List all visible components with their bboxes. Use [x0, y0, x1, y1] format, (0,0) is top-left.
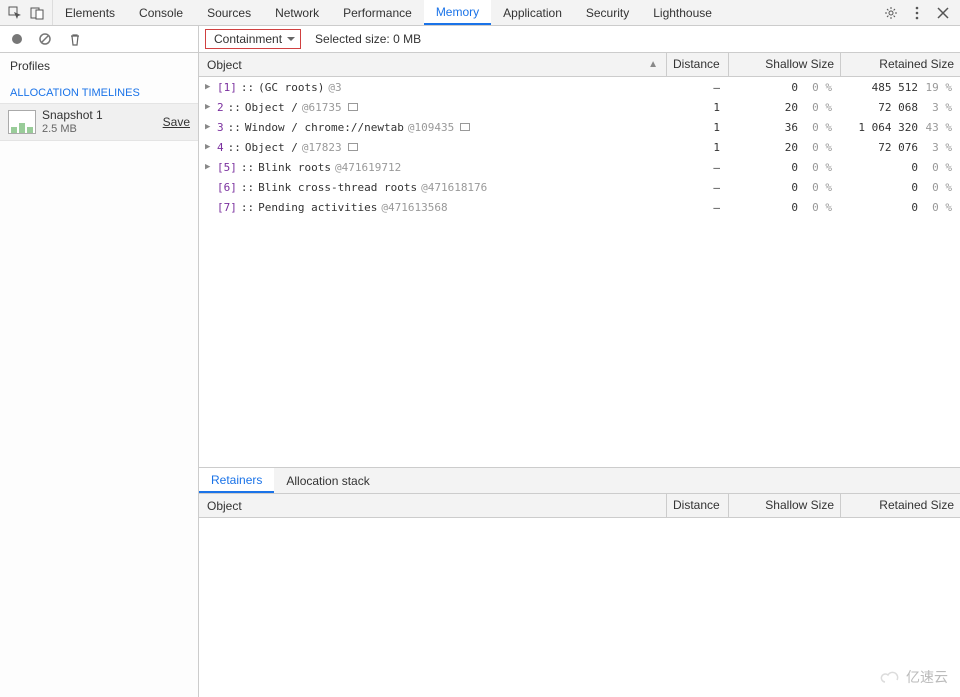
- retainers-tab-retainers[interactable]: Retainers: [199, 468, 274, 493]
- row-address: @3: [328, 81, 341, 94]
- tab-application[interactable]: Application: [491, 0, 574, 25]
- perspective-dropdown-label: Containment: [214, 32, 282, 46]
- tab-performance[interactable]: Performance: [331, 0, 424, 25]
- objects-table-body: ▶[1] :: (GC roots) @3–00 %485 51219 %▶2 …: [199, 77, 960, 467]
- r-col-shallow[interactable]: Shallow Size: [728, 494, 840, 517]
- col-object[interactable]: Object ▲: [199, 53, 666, 76]
- table-row[interactable]: ▶[5] :: Blink roots @471619712–00 %00 %: [199, 157, 960, 177]
- inspect-element-icon[interactable]: [8, 6, 22, 20]
- snapshot-thumbnail-icon: [8, 110, 36, 134]
- selected-size-label: Selected size: 0 MB: [309, 32, 421, 46]
- row-index: [7]: [217, 201, 237, 214]
- col-shallow-size[interactable]: Shallow Size: [728, 53, 840, 76]
- memory-toolbar: Containment Selected size: 0 MB: [0, 26, 960, 53]
- delete-trash-icon[interactable]: [68, 32, 82, 46]
- row-label: Object /: [245, 101, 298, 114]
- r-col-distance[interactable]: Distance: [666, 494, 728, 517]
- disclosure-triangle-icon[interactable]: ▶: [205, 82, 213, 92]
- table-row[interactable]: ▶4 :: Object / @178231200 %72 0763 %: [199, 137, 960, 157]
- close-devtools-icon[interactable]: [936, 6, 950, 20]
- snapshot-main: Object ▲ Distance Shallow Size Retained …: [199, 53, 960, 697]
- device-toggle-icon[interactable]: [30, 6, 44, 20]
- disclosure-triangle-icon[interactable]: ▶: [205, 162, 213, 172]
- r-col-retained[interactable]: Retained Size: [840, 494, 960, 517]
- r-col-object[interactable]: Object: [199, 494, 666, 517]
- row-label: Blink cross-thread roots: [258, 181, 417, 194]
- row-label: Pending activities: [258, 201, 377, 214]
- perspective-dropdown[interactable]: Containment: [205, 29, 301, 49]
- kebab-menu-icon[interactable]: [910, 6, 924, 20]
- allocation-timelines-heading: ALLOCATION TIMELINES: [0, 79, 198, 103]
- row-address: @17823: [302, 141, 342, 154]
- row-label: Blink roots: [258, 161, 331, 174]
- tab-network[interactable]: Network: [263, 0, 331, 25]
- disclosure-triangle-icon[interactable]: ▶: [205, 122, 213, 132]
- table-row[interactable]: ▶2 :: Object / @617351200 %72 0683 %: [199, 97, 960, 117]
- tab-security[interactable]: Security: [574, 0, 641, 25]
- objects-table-header: Object ▲ Distance Shallow Size Retained …: [199, 53, 960, 77]
- table-row[interactable]: ▶3 :: Window / chrome://newtab @10943513…: [199, 117, 960, 137]
- retainers-table-body: [199, 518, 960, 697]
- devtools-tabstrip: ElementsConsoleSourcesNetworkPerformance…: [0, 0, 960, 26]
- window-ref-icon: [348, 103, 358, 111]
- snapshot-item[interactable]: Snapshot 1 2.5 MB Save: [0, 103, 198, 141]
- disclosure-triangle-icon[interactable]: ▶: [205, 142, 213, 152]
- inspect-controls: [0, 0, 53, 25]
- profiles-sidebar: Profiles ALLOCATION TIMELINES Snapshot 1…: [0, 53, 199, 697]
- table-row[interactable]: [6] :: Blink cross-thread roots @4716181…: [199, 177, 960, 197]
- window-ref-icon: [460, 123, 470, 131]
- window-ref-icon: [348, 143, 358, 151]
- snapshot-save-link[interactable]: Save: [163, 115, 190, 129]
- row-index: [5]: [217, 161, 237, 174]
- retainers-pane: RetainersAllocation stack Object Distanc…: [199, 467, 960, 697]
- row-label: Object /: [245, 141, 298, 154]
- col-retained-size[interactable]: Retained Size: [840, 53, 960, 76]
- tab-console[interactable]: Console: [127, 0, 195, 25]
- retainers-tab-allocation-stack[interactable]: Allocation stack: [274, 468, 381, 493]
- snapshot-name: Snapshot 1: [42, 108, 103, 122]
- row-index: [1]: [217, 81, 237, 94]
- settings-gear-icon[interactable]: [884, 6, 898, 20]
- tab-memory[interactable]: Memory: [424, 0, 491, 25]
- table-row[interactable]: [7] :: Pending activities @471613568–00 …: [199, 197, 960, 217]
- row-address: @471618176: [421, 181, 487, 194]
- clear-icon[interactable]: [38, 32, 52, 46]
- row-index: 3: [217, 121, 224, 134]
- disclosure-triangle-icon[interactable]: ▶: [205, 102, 213, 112]
- row-address: @471619712: [335, 161, 401, 174]
- table-row[interactable]: ▶[1] :: (GC roots) @3–00 %485 51219 %: [199, 77, 960, 97]
- retainers-table-header: Object Distance Shallow Size Retained Si…: [199, 494, 960, 518]
- row-index: 2: [217, 101, 224, 114]
- record-icon[interactable]: [10, 32, 24, 46]
- row-index: [6]: [217, 181, 237, 194]
- row-address: @471613568: [381, 201, 447, 214]
- row-address: @61735: [302, 101, 342, 114]
- row-label: Window / chrome://newtab: [245, 121, 404, 134]
- row-address: @109435: [408, 121, 454, 134]
- profiles-heading: Profiles: [0, 53, 198, 79]
- sort-indicator-icon: ▲: [648, 59, 658, 70]
- tab-elements[interactable]: Elements: [53, 0, 127, 25]
- row-label: (GC roots): [258, 81, 324, 94]
- tab-lighthouse[interactable]: Lighthouse: [641, 0, 724, 25]
- row-index: 4: [217, 141, 224, 154]
- col-distance[interactable]: Distance: [666, 53, 728, 76]
- tab-sources[interactable]: Sources: [195, 0, 263, 25]
- snapshot-size: 2.5 MB: [42, 122, 103, 136]
- retainers-tabstrip: RetainersAllocation stack: [199, 468, 960, 494]
